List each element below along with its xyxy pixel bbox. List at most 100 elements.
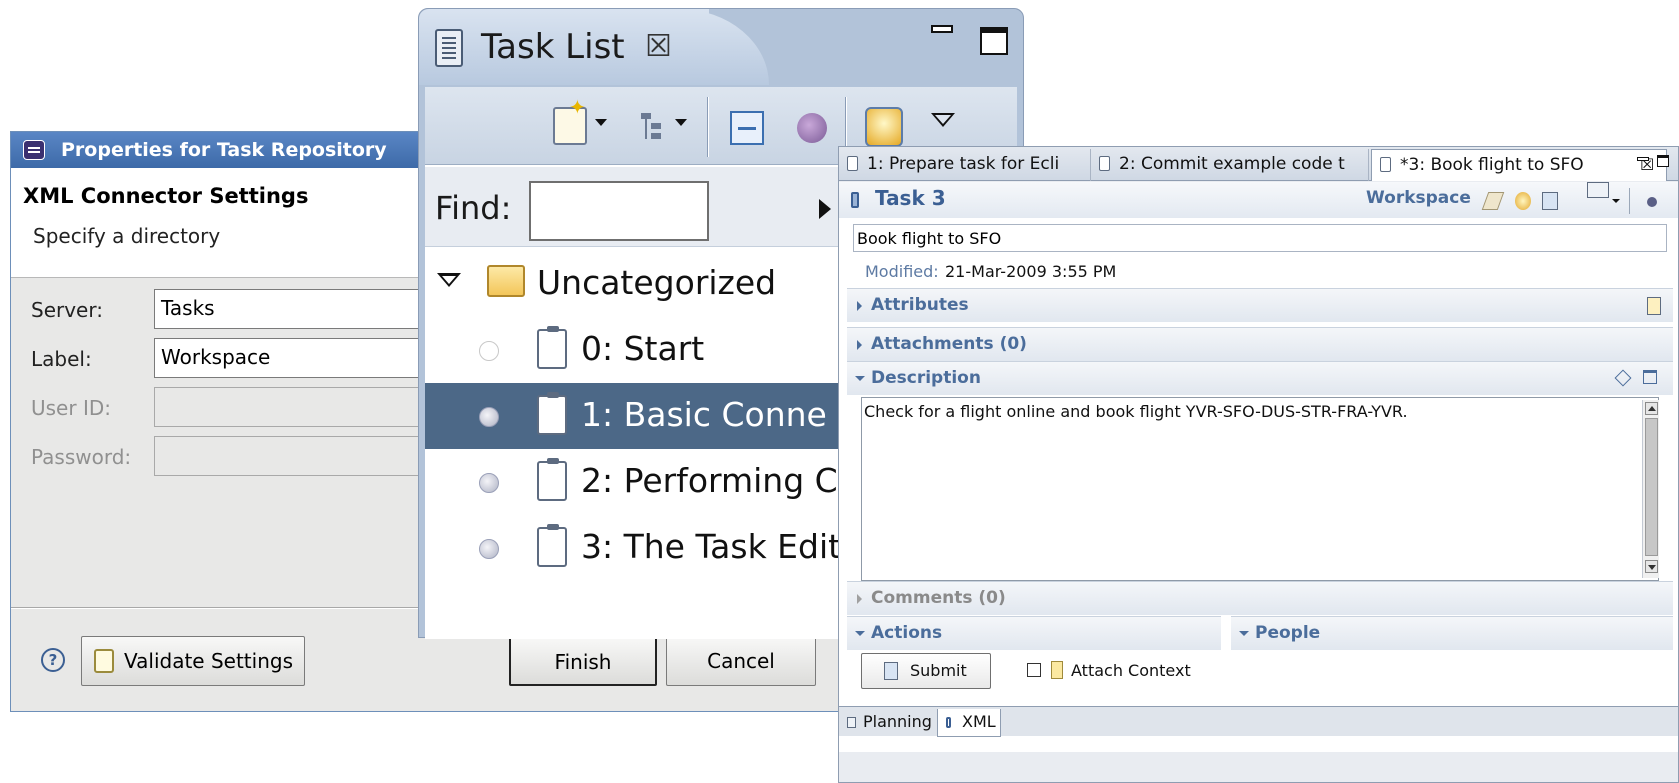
toolbar-separator <box>707 97 709 157</box>
editor-tab-label: 2: Commit example code t <box>1119 154 1345 174</box>
clear-outgoing-icon[interactable] <box>1481 192 1505 210</box>
task-label: 0: Start <box>581 329 705 368</box>
activate-task-icon[interactable] <box>1647 197 1657 207</box>
chevron-down-icon[interactable] <box>675 119 687 126</box>
submit-button[interactable]: Submit <box>861 653 991 689</box>
edit-icon[interactable] <box>1614 369 1632 387</box>
validate-settings-label: Validate Settings <box>124 649 293 673</box>
chevron-down-icon[interactable] <box>1612 199 1620 203</box>
task-icon <box>537 458 567 501</box>
actions-section[interactable]: Actions <box>847 616 1221 650</box>
password-label: Password: <box>31 445 132 469</box>
task-list-tab-title: Task List <box>481 27 625 67</box>
task-status-icon[interactable] <box>479 539 499 559</box>
expand-arrow-icon[interactable] <box>437 273 461 287</box>
close-icon[interactable]: ☒ <box>1640 150 1654 180</box>
chevron-down-icon[interactable] <box>855 631 865 636</box>
planning-tab[interactable]: Planning <box>839 709 937 737</box>
finish-button[interactable]: Finish <box>509 636 657 686</box>
editor-tab-bar: 1: Prepare task for Ecli 2: Commit examp… <box>839 147 1678 181</box>
focus-workweek-icon[interactable] <box>797 113 827 143</box>
view-menu-icon[interactable] <box>931 113 955 127</box>
context-icon <box>1051 661 1063 679</box>
label-label: Label: <box>31 347 92 371</box>
task-editor: 1: Prepare task for Ecli 2: Commit examp… <box>838 146 1679 783</box>
task-status-icon[interactable] <box>479 341 499 361</box>
cancel-button[interactable]: Cancel <box>666 636 816 686</box>
description-section[interactable]: Description <box>847 361 1673 395</box>
repository-task-icon <box>851 192 859 208</box>
presentation-tree-icon[interactable] <box>637 107 671 145</box>
find-label: Find: <box>435 189 512 227</box>
repository-task-icon <box>946 717 951 728</box>
dialog-title: Properties for Task Repository <box>61 139 387 161</box>
modified-label: Modified: <box>865 262 939 281</box>
editor-tab[interactable]: 1: Prepare task for Ecli <box>839 149 1091 181</box>
modified-value: 21-Mar-2009 3:55 PM <box>945 262 1117 281</box>
collapse-all-icon[interactable] <box>730 111 764 145</box>
submit-icon[interactable] <box>1647 297 1661 315</box>
people-section[interactable]: People <box>1231 616 1673 650</box>
editor-tab-active[interactable]: *3: Book flight to SFO ☒ <box>1371 149 1667 181</box>
actions-title: Actions <box>871 623 943 643</box>
close-icon[interactable]: ☒ <box>645 29 672 64</box>
planning-tab-label: Planning <box>863 712 932 731</box>
maximize-icon[interactable] <box>980 27 1008 55</box>
help-icon[interactable]: ? <box>41 648 65 672</box>
chevron-right-icon[interactable] <box>857 301 862 311</box>
description-title: Description <box>871 368 981 388</box>
task-list-tab[interactable]: Task List ☒ <box>419 9 709 85</box>
task-icon <box>847 156 858 171</box>
task-status-icon[interactable] <box>479 407 499 427</box>
chevron-right-icon[interactable] <box>857 594 862 604</box>
attributes-title: Attributes <box>871 295 969 315</box>
chevron-down-icon[interactable] <box>595 119 607 126</box>
attach-context-label: Attach Context <box>1071 661 1191 680</box>
task-title: Task 3 <box>875 186 946 210</box>
summary-input[interactable]: Book flight to SFO <box>853 224 1667 252</box>
synchronize-icon[interactable] <box>1515 192 1531 210</box>
scroll-thumb[interactable] <box>1645 418 1658 556</box>
xml-tab[interactable]: XML <box>937 709 1001 737</box>
scroll-up-icon[interactable] <box>1645 402 1658 415</box>
comments-section[interactable]: Comments (0) <box>847 581 1673 615</box>
category-label: Uncategorized <box>537 263 777 302</box>
editor-header: Task 3 Workspace <box>839 182 1678 218</box>
chevron-right-icon[interactable] <box>819 199 831 219</box>
submit-icon[interactable] <box>1542 192 1558 210</box>
validate-icon <box>94 649 114 673</box>
task-status-icon[interactable] <box>479 473 499 493</box>
editor-tab[interactable]: 2: Commit example code t <box>1091 149 1369 181</box>
chevron-down-icon[interactable] <box>1239 631 1249 636</box>
description-text: Check for a flight online and book fligh… <box>864 402 1408 421</box>
description-scrollbar[interactable] <box>1642 400 1659 578</box>
find-input[interactable] <box>529 181 709 241</box>
maximize-icon[interactable] <box>1657 155 1669 167</box>
task-icon <box>537 326 567 369</box>
minimize-icon[interactable] <box>931 25 953 33</box>
attachments-section[interactable]: Attachments (0) <box>847 327 1673 361</box>
server-label: Server: <box>31 298 103 322</box>
synchronize-icon[interactable] <box>865 107 903 147</box>
description-textarea[interactable]: Check for a flight online and book fligh… <box>861 397 1659 581</box>
attachments-title: Attachments (0) <box>871 334 1027 354</box>
xml-tab-label: XML <box>962 712 996 731</box>
new-task-icon[interactable] <box>553 95 587 145</box>
attach-context-checkbox[interactable] <box>1027 663 1041 677</box>
task-icon <box>1099 156 1110 171</box>
maximize-icon[interactable] <box>1643 370 1657 384</box>
task-icon <box>1380 157 1391 172</box>
people-title: People <box>1255 623 1321 643</box>
chevron-right-icon[interactable] <box>857 340 862 350</box>
layout-icon[interactable] <box>1587 182 1609 198</box>
chevron-down-icon[interactable] <box>855 376 865 381</box>
task-label: 2: Performing C <box>581 461 838 500</box>
editor-tab-label: *3: Book flight to SFO <box>1400 155 1584 175</box>
scroll-down-icon[interactable] <box>1645 560 1658 573</box>
attributes-section[interactable]: Attributes <box>847 288 1673 322</box>
validate-settings-button[interactable]: Validate Settings <box>81 636 305 686</box>
dialog-header-title: XML Connector Settings <box>23 184 309 208</box>
task-label: 1: Basic Conne <box>581 395 827 434</box>
minimize-icon[interactable] <box>1637 157 1649 161</box>
user-id-label: User ID: <box>31 396 111 420</box>
